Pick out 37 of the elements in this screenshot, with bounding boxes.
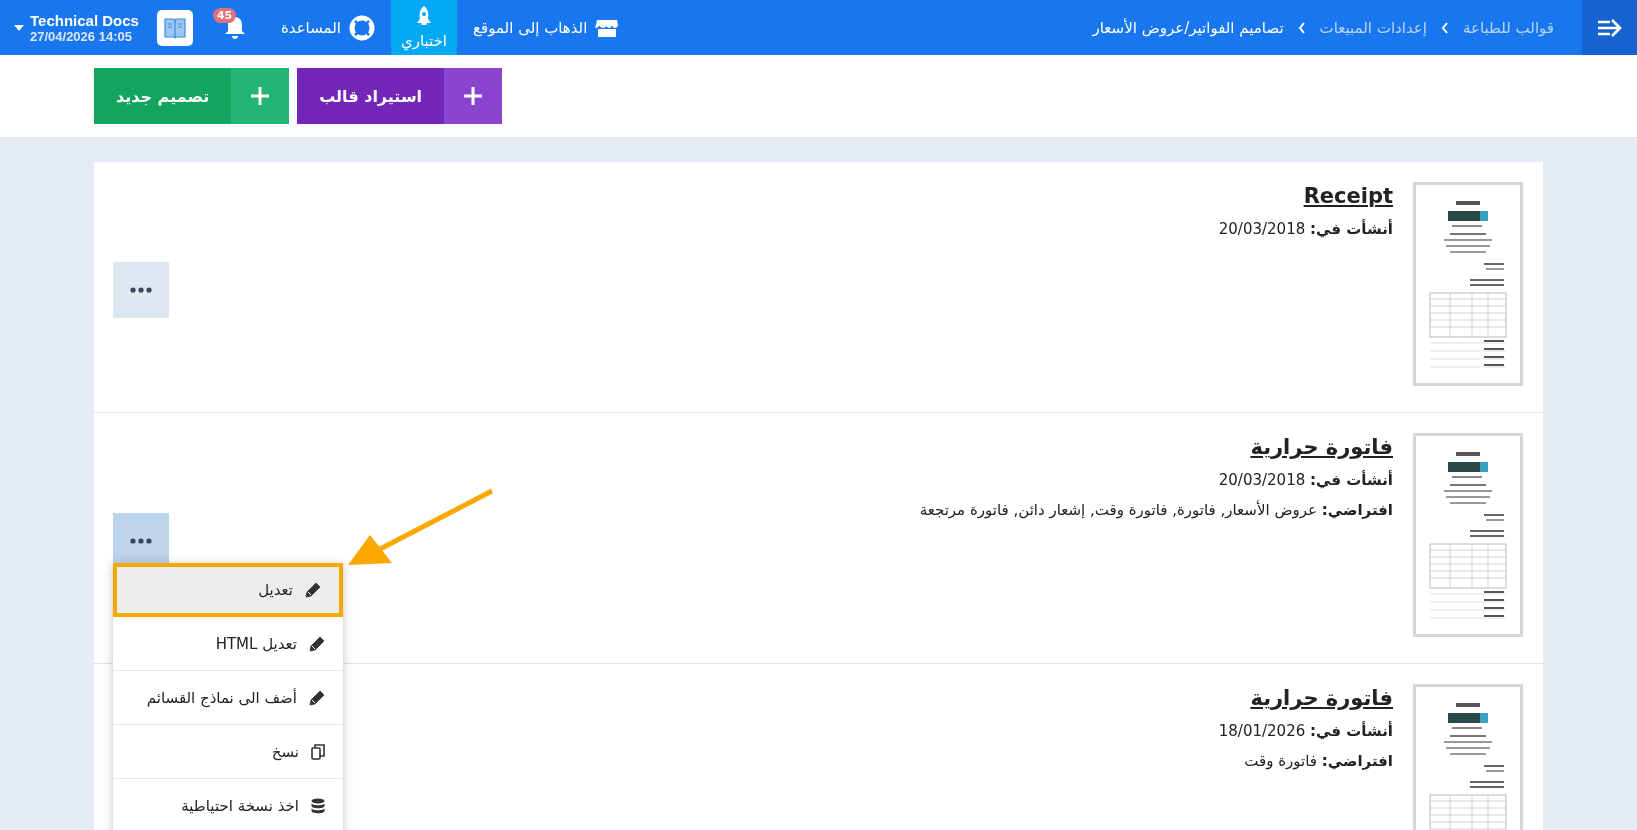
app-logo-icon[interactable] [156,9,193,46]
menu-item[interactable]: نسخ [113,725,343,779]
template-title-link[interactable]: فاتورة حرارية [1250,435,1393,459]
rocket-icon [416,5,432,28]
default-for-text: افتراضي: عروض الأسعار, فاتورة, فاتورة وقت, إشعار دائن, فاتورة مرتجعة [919,501,1393,519]
plus-icon [250,86,271,106]
pencil-icon [309,635,325,652]
chevron-icon [1440,21,1449,34]
chevron-icon [1297,21,1306,34]
user-name: Technical Docs [30,11,139,29]
menu-item[interactable]: تعديل [113,563,343,617]
menu-item[interactable]: تعديل HTML [113,617,343,671]
more-options-button[interactable] [113,262,169,318]
menu-toggle-button[interactable] [1582,0,1637,55]
help-link[interactable]: المساعدة [264,0,391,55]
user-menu-button[interactable]: Technical Docs 14:05 27/04/2026 [0,0,145,55]
copy-icon [311,743,325,760]
caret-icon [14,24,24,31]
menu-item[interactable]: اخذ نسخة احتياطية [113,779,343,830]
menu-arrow-icon [1596,17,1623,38]
ellipsis-icon [130,287,152,293]
pencil-icon [305,582,321,598]
lifebuoy-icon [349,14,375,41]
import-template-button[interactable]: استيراد قالب [297,68,503,124]
menu-item[interactable]: أضف الى نماذج القسائم [113,671,343,725]
default-for-text: افتراضي: فاتورة وقت [1244,752,1393,770]
ellipsis-icon [130,538,152,544]
notification-count: 45 [212,8,237,23]
visit-site-link[interactable]: الذهاب إلى الموقع [457,0,636,55]
plus-icon [463,86,484,106]
store-icon [595,17,620,38]
database-icon [311,797,325,814]
pencil-icon [309,689,325,706]
template-title-link[interactable]: Receipt [1303,184,1393,208]
date-time: 14:05 27/04/2026 [30,28,132,44]
template-title-link[interactable]: فاتورة حرارية [1250,686,1393,710]
breadcrumb-link[interactable]: تصاميم الفواتير/عروض الأسعار [1092,18,1284,37]
